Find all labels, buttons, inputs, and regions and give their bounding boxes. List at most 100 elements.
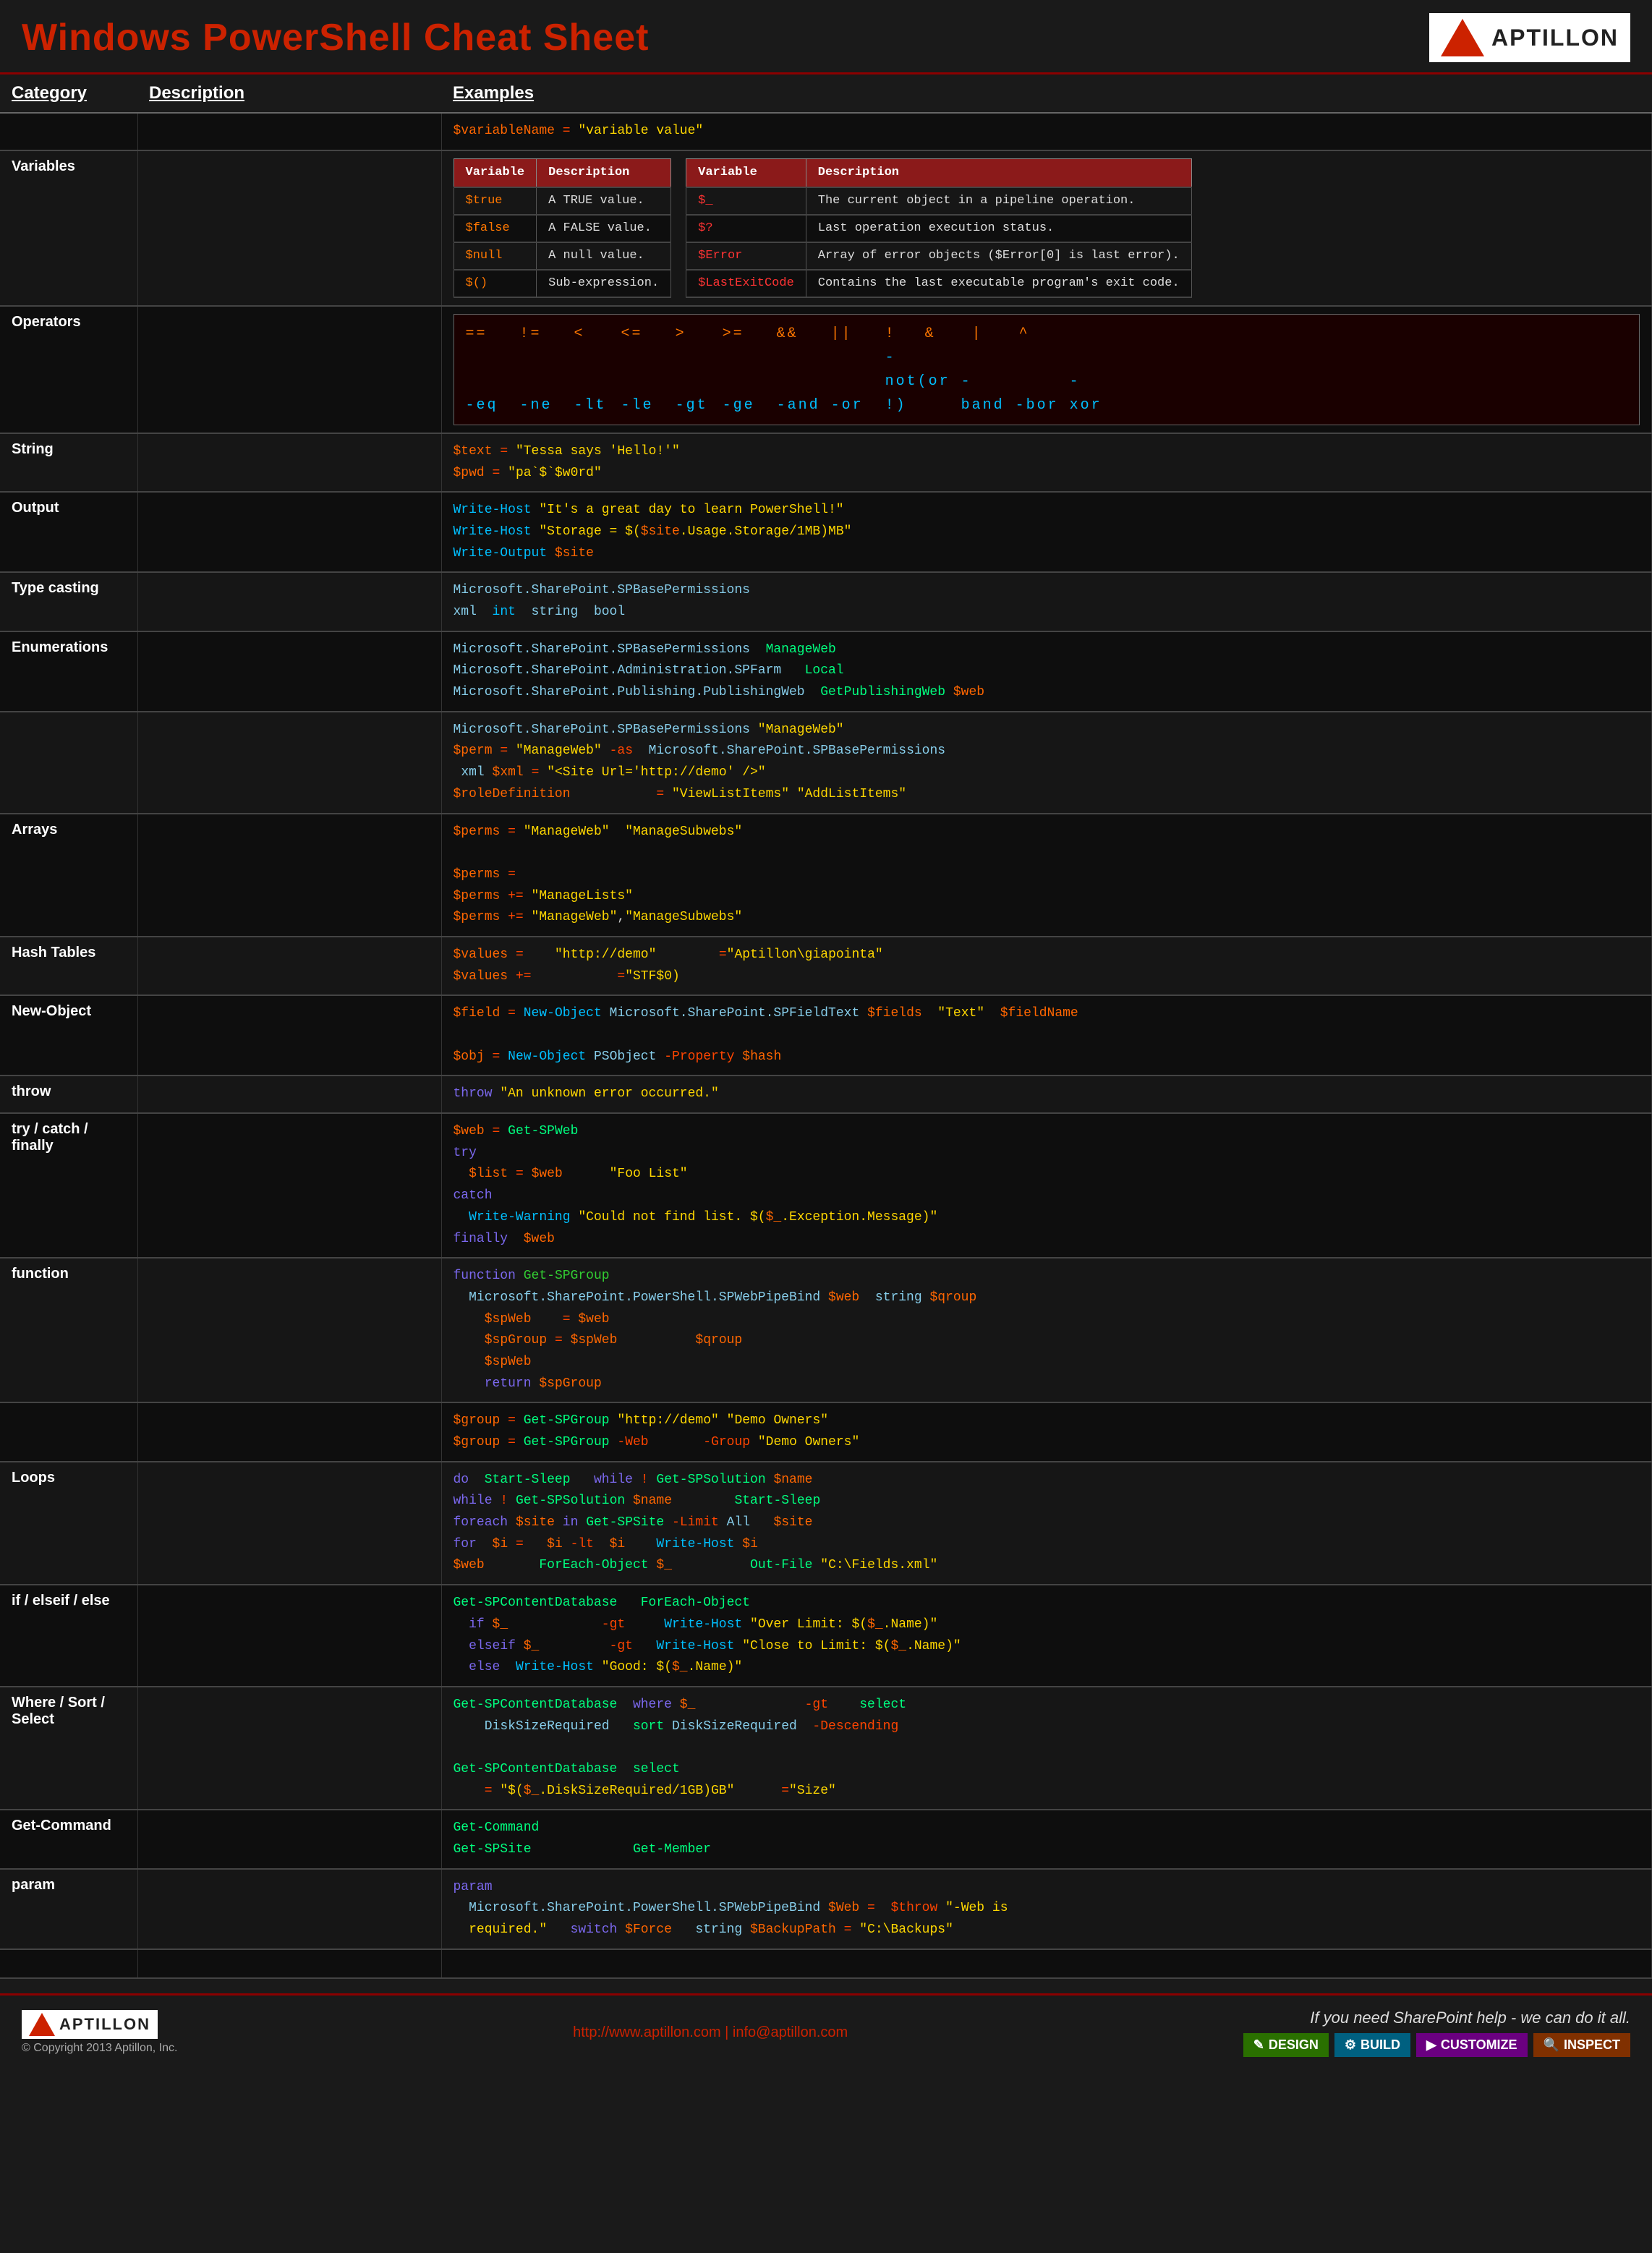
desc-cell (137, 814, 441, 937)
logo-text: APTILLON (1491, 25, 1619, 51)
badge-design: ✎ DESIGN (1243, 2033, 1329, 2057)
table-row: try / catch / finally $web = Get-SPWeb t… (0, 1113, 1652, 1258)
desc-cell (137, 306, 441, 433)
table-row: Enumerations Microsoft.SharePoint.SPBase… (0, 631, 1652, 712)
footer-logo-icon (29, 2013, 55, 2036)
category-cell: Enumerations (0, 631, 137, 712)
table-row: if / elseif / else Get-SPContentDatabase… (0, 1585, 1652, 1687)
table-row: param param Microsoft.SharePoint.PowerSh… (0, 1869, 1652, 1949)
example-cell: $variableName = "variable value" (441, 114, 1652, 150)
category-cell (0, 1949, 137, 1978)
page-title: Windows PowerShell Cheat Sheet (22, 16, 649, 59)
category-cell: throw (0, 1076, 137, 1113)
category-cell: Where / Sort / Select (0, 1687, 137, 1810)
example-cell: Microsoft.SharePoint.SPBasePermissions "… (441, 712, 1652, 814)
inspect-icon: 🔍 (1544, 2037, 1559, 2053)
table-row: Get-Command Get-Command Get-SPSite Get-M… (0, 1810, 1652, 1868)
badge-inspect: 🔍 INSPECT (1533, 2033, 1630, 2057)
badge-customize: ▶ CUSTOMIZE (1416, 2033, 1528, 2057)
example-cell: function Get-SPGroup Microsoft.SharePoin… (441, 1258, 1652, 1402)
desc-cell (137, 114, 441, 150)
category-cell (0, 1402, 137, 1461)
desc-cell (137, 1810, 441, 1868)
example-cell: Microsoft.SharePoint.SPBasePermissions M… (441, 631, 1652, 712)
customize-icon: ▶ (1426, 2037, 1436, 2053)
example-cell: $text = "Tessa says 'Hello!'" $pwd = "pa… (441, 433, 1652, 492)
example-cell: == != < <= > >= && || ! & | ^ -eq -ne -l… (441, 306, 1652, 433)
example-cell: Get-SPContentDatabase ForEach-Object if … (441, 1585, 1652, 1687)
table-row: Microsoft.SharePoint.SPBasePermissions "… (0, 712, 1652, 814)
column-headers: Category Description Examples (0, 74, 1652, 114)
category-cell: String (0, 433, 137, 492)
table-row: Variables VariableDescription $trueA TRU… (0, 150, 1652, 306)
footer-tagline: If you need SharePoint help - we can do … (1310, 2009, 1630, 2027)
table-row: Arrays $perms = "ManageWeb" "ManageSubwe… (0, 814, 1652, 937)
operators-block: == != < <= > >= && || ! & | ^ -eq -ne -l… (454, 314, 1640, 425)
example-cell: $perms = "ManageWeb" "ManageSubwebs" $pe… (441, 814, 1652, 937)
col-examples: Examples (453, 83, 1640, 103)
category-cell (0, 712, 137, 814)
category-cell (0, 114, 137, 150)
example-cell: Microsoft.SharePoint.SPBasePermissions x… (441, 572, 1652, 631)
category-cell: Get-Command (0, 1810, 137, 1868)
category-cell: try / catch / finally (0, 1113, 137, 1258)
desc-cell (137, 995, 441, 1076)
example-cell: throw "An unknown error occurred." (441, 1076, 1652, 1113)
category-cell: Variables (0, 150, 137, 306)
example-cell: $field = New-Object Microsoft.SharePoint… (441, 995, 1652, 1076)
build-icon: ⚙ (1345, 2037, 1356, 2053)
category-cell: Type casting (0, 572, 137, 631)
desc-cell (137, 150, 441, 306)
header: Windows PowerShell Cheat Sheet APTILLON (0, 0, 1652, 74)
desc-cell (137, 492, 441, 572)
logo-icon (1441, 19, 1484, 56)
category-cell: Output (0, 492, 137, 572)
desc-cell (137, 1258, 441, 1402)
desc-cell (137, 1462, 441, 1585)
desc-cell (137, 631, 441, 712)
badge-build-label: BUILD (1361, 2037, 1400, 2053)
example-cell: param Microsoft.SharePoint.PowerShell.SP… (441, 1869, 1652, 1949)
desc-cell (137, 937, 441, 995)
desc-cell (137, 1113, 441, 1258)
variable-table-1: VariableDescription $trueA TRUE value. $… (454, 158, 672, 298)
badge-build: ⚙ BUILD (1334, 2033, 1410, 2057)
desc-cell (137, 433, 441, 492)
example-cell: Write-Host "It's a great day to learn Po… (441, 492, 1652, 572)
example-cell: Get-Command Get-SPSite Get-Member (441, 1810, 1652, 1868)
desc-cell (137, 1687, 441, 1810)
desc-cell (137, 1585, 441, 1687)
col-category: Category (12, 83, 149, 103)
table-row (0, 1949, 1652, 1978)
table-row: Output Write-Host "It's a great day to l… (0, 492, 1652, 572)
footer: APTILLON © Copyright 2013 Aptillon, Inc.… (0, 1993, 1652, 2070)
badge-inspect-label: INSPECT (1564, 2037, 1620, 2053)
badge-customize-label: CUSTOMIZE (1441, 2037, 1517, 2053)
desc-cell (137, 572, 441, 631)
example-cell: $values = "http://demo" ="Aptillon\giapo… (441, 937, 1652, 995)
table-row: $group = Get-SPGroup "http://demo" "Demo… (0, 1402, 1652, 1461)
footer-url: http://www.aptillon.com | info@aptillon.… (573, 2024, 848, 2041)
copyright: © Copyright 2013 Aptillon, Inc. (22, 2042, 177, 2055)
category-cell: if / elseif / else (0, 1585, 137, 1687)
desc-cell (137, 1076, 441, 1113)
category-cell: New-Object (0, 995, 137, 1076)
table-row: function function Get-SPGroup Microsoft.… (0, 1258, 1652, 1402)
table-row: throw throw "An unknown error occurred." (0, 1076, 1652, 1113)
category-cell: Arrays (0, 814, 137, 937)
table-row: Operators == != < <= > >= && || ! & | ^ (0, 306, 1652, 433)
category-cell: param (0, 1869, 137, 1949)
logo: APTILLON (1429, 13, 1630, 62)
table-row: Where / Sort / Select Get-SPContentDatab… (0, 1687, 1652, 1810)
table-row: $variableName = "variable value" (0, 114, 1652, 150)
example-cell: $group = Get-SPGroup "http://demo" "Demo… (441, 1402, 1652, 1461)
category-cell: Operators (0, 306, 137, 433)
desc-cell (137, 712, 441, 814)
table-row: New-Object $field = New-Object Microsoft… (0, 995, 1652, 1076)
footer-center: http://www.aptillon.com | info@aptillon.… (573, 2024, 848, 2041)
content-table: $variableName = "variable value" Variabl… (0, 114, 1652, 1979)
table-row: Hash Tables $values = "http://demo" ="Ap… (0, 937, 1652, 995)
footer-right: If you need SharePoint help - we can do … (1243, 2009, 1630, 2057)
footer-left: APTILLON © Copyright 2013 Aptillon, Inc. (22, 2010, 177, 2055)
category-cell: Loops (0, 1462, 137, 1585)
